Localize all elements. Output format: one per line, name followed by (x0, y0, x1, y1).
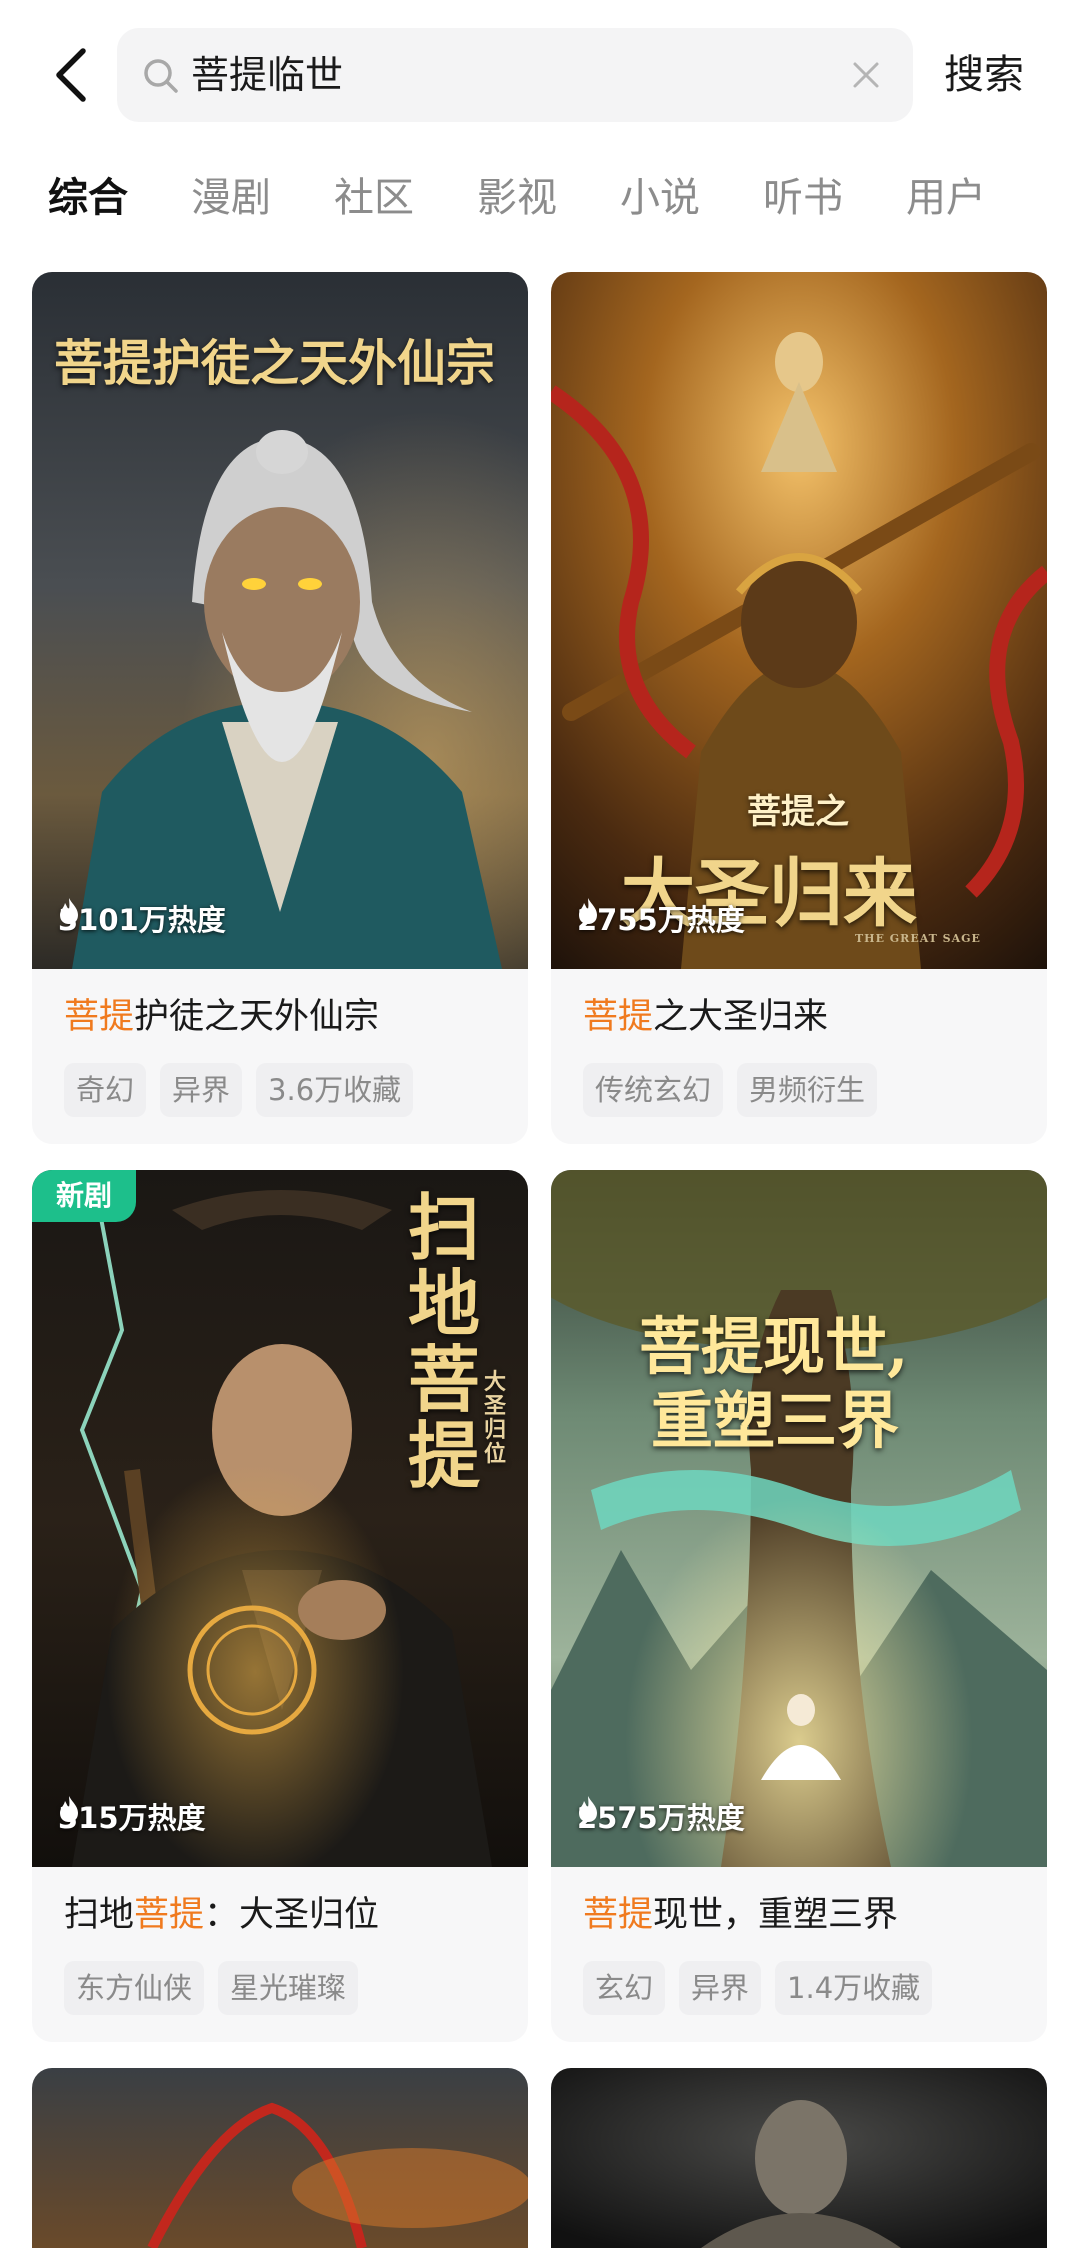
flame-icon (60, 898, 78, 924)
flame-icon (60, 1796, 78, 1822)
poster-subtitle: 大圣归位 (484, 1369, 507, 1467)
result-card[interactable]: 扫地菩提 大圣归位 315万热度 新剧 扫地菩提：大圣归位 东方仙侠 星光璀璨 (32, 1170, 528, 2042)
tag[interactable]: 玄幻 (583, 1961, 666, 2015)
back-button[interactable] (40, 40, 102, 110)
title-prefix: 扫地 (64, 1895, 135, 1935)
heat-count: 3101万热度 (58, 897, 226, 943)
tag[interactable]: 男频衍生 (737, 1063, 878, 1117)
tag-list: 传统玄幻 男频衍生 (583, 1063, 878, 1117)
tag-list: 玄幻 异界 1.4万收藏 (583, 1961, 933, 2015)
tag[interactable]: 奇幻 (64, 1063, 147, 1117)
tab-video[interactable]: 影视 (477, 168, 557, 228)
tab-novel[interactable]: 小说 (620, 168, 700, 228)
heat-count: 2755万热度 (577, 897, 745, 943)
tag[interactable]: 星光璀璨 (218, 1961, 359, 2015)
poster-title: 菩提护徒之天外仙宗 (54, 334, 496, 392)
heat-text: 315万热度 (58, 1801, 206, 1835)
chevron-left-icon (56, 48, 86, 102)
poster-art (551, 2068, 1047, 2248)
tag[interactable]: 异界 (160, 1063, 243, 1117)
tab-audiobook[interactable]: 听书 (763, 168, 843, 228)
tab-all[interactable]: 综合 (48, 168, 128, 228)
poster-image: 扫地菩提 大圣归位 315万热度 新剧 (32, 1170, 528, 1867)
poster-art (551, 1170, 1047, 1867)
clear-icon[interactable] (847, 56, 885, 94)
card-title: 扫地菩提：大圣归位 (64, 1892, 379, 1938)
tab-community[interactable]: 社区 (334, 168, 414, 228)
poster-image: 菩提现世, 重塑三界 2575万热度 (551, 1170, 1047, 1867)
title-highlight: 菩提 (583, 997, 654, 1037)
title-highlight: 菩提 (583, 1895, 654, 1935)
poster-subtitle: 菩提之 (747, 792, 849, 832)
title-highlight: 菩提 (64, 997, 135, 1037)
result-card[interactable] (32, 2068, 528, 2248)
heat-text: 2755万热度 (577, 903, 745, 937)
poster-title-line2: 重塑三界 (651, 1384, 900, 1457)
tab-comic-drama[interactable]: 漫剧 (191, 168, 271, 228)
tag-list: 东方仙侠 星光璀璨 (64, 1961, 359, 2015)
search-button[interactable]: 搜索 (944, 28, 1024, 122)
tab-users[interactable]: 用户 (906, 168, 986, 228)
poster-art (32, 2068, 528, 2248)
heat-text: 2575万热度 (577, 1801, 745, 1835)
search-icon (144, 59, 178, 93)
heat-text: 3101万热度 (58, 903, 226, 937)
title-text: 护徒之天外仙宗 (134, 997, 380, 1037)
search-query[interactable]: 菩提临世 (191, 28, 343, 122)
result-card[interactable]: 菩提现世, 重塑三界 2575万热度 菩提现世，重塑三界 玄幻 异界 1.4万收… (551, 1170, 1047, 2042)
heat-count: 315万热度 (58, 1795, 206, 1841)
search-header: 菩提临世 搜索 (0, 0, 1080, 150)
flame-icon (579, 1796, 597, 1822)
heat-count: 2575万热度 (577, 1795, 745, 1841)
tag[interactable]: 东方仙侠 (64, 1961, 205, 2015)
poster-title-line1: 菩提现世, (639, 1310, 909, 1383)
new-series-badge: 新剧 (32, 1170, 136, 1222)
title-text: 之大圣归来 (653, 997, 829, 1037)
tag-list: 奇幻 异界 3.6万收藏 (64, 1063, 414, 1117)
category-tabs: 综合 漫剧 社区 影视 小说 听书 用户 (0, 150, 1080, 240)
poster-image: 菩提护徒之天外仙宗 3101万热度 (32, 272, 528, 969)
poster-english-title: THE GREAT SAGE (855, 932, 981, 945)
title-highlight: 菩提 (134, 1895, 205, 1935)
title-text: ：大圣归位 (204, 1895, 380, 1935)
card-title: 菩提现世，重塑三界 (583, 1892, 898, 1938)
poster-title: 扫地菩提 (408, 1185, 481, 1498)
card-title: 菩提之大圣归来 (583, 994, 828, 1040)
tag[interactable]: 传统玄幻 (583, 1063, 724, 1117)
flame-icon (579, 898, 597, 924)
title-text: 现世，重塑三界 (653, 1895, 899, 1935)
card-title: 菩提护徒之天外仙宗 (64, 994, 379, 1040)
tag[interactable]: 1.4万收藏 (775, 1961, 933, 2015)
tag[interactable]: 异界 (679, 1961, 762, 2015)
tag[interactable]: 3.6万收藏 (256, 1063, 414, 1117)
poster-image: 菩提之 大圣归来 THE GREAT SAGE 2755万热度 (551, 272, 1047, 969)
result-card[interactable]: 菩提护徒之天外仙宗 3101万热度 菩提护徒之天外仙宗 奇幻 异界 3.6万收藏 (32, 272, 528, 1144)
search-input[interactable]: 菩提临世 (117, 28, 913, 122)
result-card[interactable]: 菩提之 大圣归来 THE GREAT SAGE 2755万热度 菩提之大圣归来 … (551, 272, 1047, 1144)
result-card[interactable] (551, 2068, 1047, 2248)
